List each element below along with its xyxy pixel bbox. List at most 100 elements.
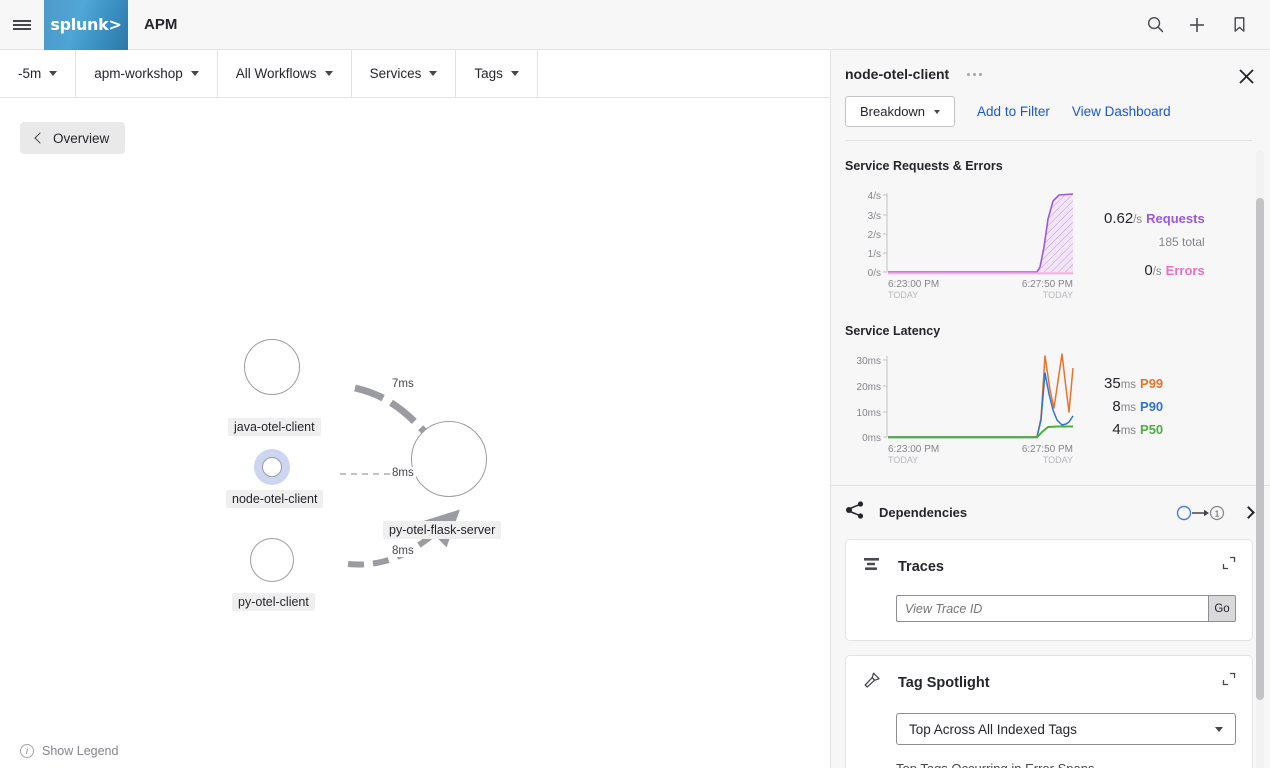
service-node-py-otel-flask-server[interactable]: [411, 421, 487, 497]
filter-tags[interactable]: Tags: [456, 50, 538, 97]
close-icon[interactable]: [1232, 62, 1260, 90]
chevron-down-icon: [190, 71, 199, 76]
chevron-down-icon: [934, 109, 941, 114]
service-node-label-java-otel-client: java-otel-client: [228, 418, 321, 436]
filter-workflows[interactable]: All Workflows: [218, 50, 352, 97]
requests-chart[interactable]: 4/s 3/s 2/s 1/s 0/s 6:23:00 PM TODAY 6:2…: [845, 181, 1090, 306]
splunk-logo[interactable]: splunk>: [44, 0, 128, 50]
svg-text:4/s: 4/s: [868, 191, 881, 202]
trace-id-search-row: Go: [896, 595, 1236, 622]
svg-text:1: 1: [1215, 508, 1220, 518]
service-node-label-py-otel-client: py-otel-client: [232, 593, 315, 611]
search-icon[interactable]: [1138, 8, 1172, 42]
apm-service-map-page: splunk> APM -5m apm-workshop All Workflo…: [0, 0, 1270, 768]
edge-label-py-to-flask: 8ms: [390, 545, 416, 557]
add-to-filter-link[interactable]: Add to Filter: [977, 104, 1050, 119]
latency-p90-unit: ms: [1120, 402, 1137, 415]
latency-p90-label: P90: [1140, 399, 1164, 415]
breakdown-button[interactable]: Breakdown: [845, 96, 956, 127]
service-latency-title: Service Latency: [845, 324, 941, 338]
expand-icon[interactable]: [1222, 556, 1236, 570]
svg-text:TODAY: TODAY: [1043, 290, 1073, 300]
service-map-edges: [340, 384, 462, 568]
panel-scroll-area[interactable]: Service Requests & Errors 4/s 3/s 2/s 1/…: [831, 145, 1270, 768]
chevron-down-icon: [324, 71, 333, 76]
service-node-java-otel-client[interactable]: [244, 339, 300, 395]
service-node-label-node-otel-client: node-otel-client: [226, 490, 324, 508]
svg-text:30ms: 30ms: [857, 356, 881, 367]
errors-stat: 0/s Errors: [1104, 259, 1204, 282]
latency-p90-stat: 8ms P90: [1104, 395, 1163, 418]
traces-card: Traces Go: [845, 539, 1253, 641]
chevron-down-icon: [510, 71, 519, 76]
edge-label-java-to-flask: 7ms: [390, 378, 416, 390]
page-title: APM: [144, 16, 178, 33]
service-latency-section: Service Latency 30ms 20ms 10ms 0ms 6:23:…: [831, 310, 1270, 475]
filter-time-range[interactable]: -5m: [0, 50, 77, 97]
tag-spotlight-card-title: Tag Spotlight: [898, 674, 990, 691]
service-node-py-otel-client[interactable]: [250, 538, 294, 582]
requests-total-text: 185 total: [1158, 235, 1205, 250]
filter-environment[interactable]: apm-workshop: [76, 50, 218, 97]
trace-go-button[interactable]: Go: [1208, 595, 1236, 622]
chevron-down-icon: [49, 71, 58, 76]
svg-text:20ms: 20ms: [857, 382, 881, 393]
filter-services-label: Services: [369, 66, 422, 81]
chevron-down-icon: [1215, 726, 1223, 732]
errors-unit: /s: [1152, 266, 1162, 279]
svg-text:6:27:50 PM: 6:27:50 PM: [1022, 444, 1073, 455]
dependencies-label: Dependencies: [879, 505, 968, 520]
chevron-down-icon: [429, 71, 438, 76]
latency-p50-label: P50: [1140, 422, 1164, 438]
panel-header: node-otel-client Breakdown Add to Filter…: [831, 50, 1270, 141]
svg-text:3/s: 3/s: [868, 211, 881, 222]
filter-environment-label: apm-workshop: [94, 66, 183, 81]
topbar-actions: [1138, 8, 1270, 42]
requests-stats: 0.62/s Requests 185 total 0/s Errors: [1090, 181, 1205, 283]
svg-text:1/s: 1/s: [868, 249, 881, 260]
tag-spotlight-select-value: Top Across All Indexed Tags: [909, 721, 1077, 737]
service-node-node-otel-client[interactable]: [262, 457, 282, 477]
service-map-canvas[interactable]: Overview java-otel-client node-otel-clie…: [0, 98, 830, 768]
expand-icon[interactable]: [1222, 672, 1236, 686]
panel-title-row: node-otel-client: [845, 66, 1252, 82]
svg-text:6:27:50 PM: 6:27:50 PM: [1022, 279, 1073, 290]
trace-id-input[interactable]: [896, 595, 1208, 622]
svg-text:0ms: 0ms: [862, 433, 881, 444]
latency-p99-label: P99: [1140, 376, 1164, 391]
bookmark-icon[interactable]: [1222, 8, 1256, 42]
show-legend-toggle[interactable]: i Show Legend: [20, 744, 118, 758]
latency-chart[interactable]: 30ms 20ms 10ms 0ms 6:23:00 PM TODAY 6:27…: [845, 346, 1090, 471]
panel-divider: [845, 140, 1252, 141]
tag-spotlight-card: Tag Spotlight Top Across All Indexed Tag…: [845, 655, 1253, 768]
tag-spotlight-card-header: Tag Spotlight: [862, 670, 1236, 695]
requests-stat: 0.62/s Requests: [1104, 207, 1205, 230]
flashlight-icon: [862, 670, 882, 695]
dependencies-row[interactable]: Dependencies 1: [831, 485, 1270, 539]
traces-card-title: Traces: [898, 558, 944, 575]
chevron-right-icon[interactable]: [1242, 506, 1255, 519]
svg-text:2/s: 2/s: [868, 230, 881, 241]
service-node-label-py-otel-flask-server: py-otel-flask-server: [383, 521, 502, 539]
latency-p50-unit: ms: [1120, 425, 1137, 438]
latency-p99-unit: ms: [1120, 379, 1137, 391]
svg-text:TODAY: TODAY: [888, 455, 918, 465]
panel-scrollbar-thumb[interactable]: [1256, 198, 1264, 700]
hamburger-menu-icon[interactable]: [0, 0, 44, 50]
service-requests-errors-title: Service Requests & Errors: [845, 159, 1003, 173]
tag-spotlight-note: Top Tags Occurring in Error Spans: [896, 761, 1236, 768]
service-detail-panel: node-otel-client Breakdown Add to Filter…: [830, 50, 1270, 768]
errors-value: 0: [1144, 262, 1153, 280]
requests-unit: /s: [1133, 214, 1143, 226]
svg-text:6:23:00 PM: 6:23:00 PM: [888, 279, 939, 290]
filter-services[interactable]: Services: [352, 50, 457, 97]
show-legend-label: Show Legend: [42, 744, 119, 758]
filter-bar: -5m apm-workshop All Workflows Services …: [0, 50, 830, 98]
more-options-icon[interactable]: [965, 69, 984, 80]
plus-icon[interactable]: [1180, 8, 1214, 42]
info-icon: i: [20, 744, 34, 758]
latency-stats: 35ms P99 8ms P90 4ms P50: [1090, 346, 1163, 442]
tag-spotlight-select[interactable]: Top Across All Indexed Tags: [896, 713, 1236, 745]
view-dashboard-link[interactable]: View Dashboard: [1072, 104, 1171, 119]
latency-p50-value: 4: [1112, 421, 1121, 439]
